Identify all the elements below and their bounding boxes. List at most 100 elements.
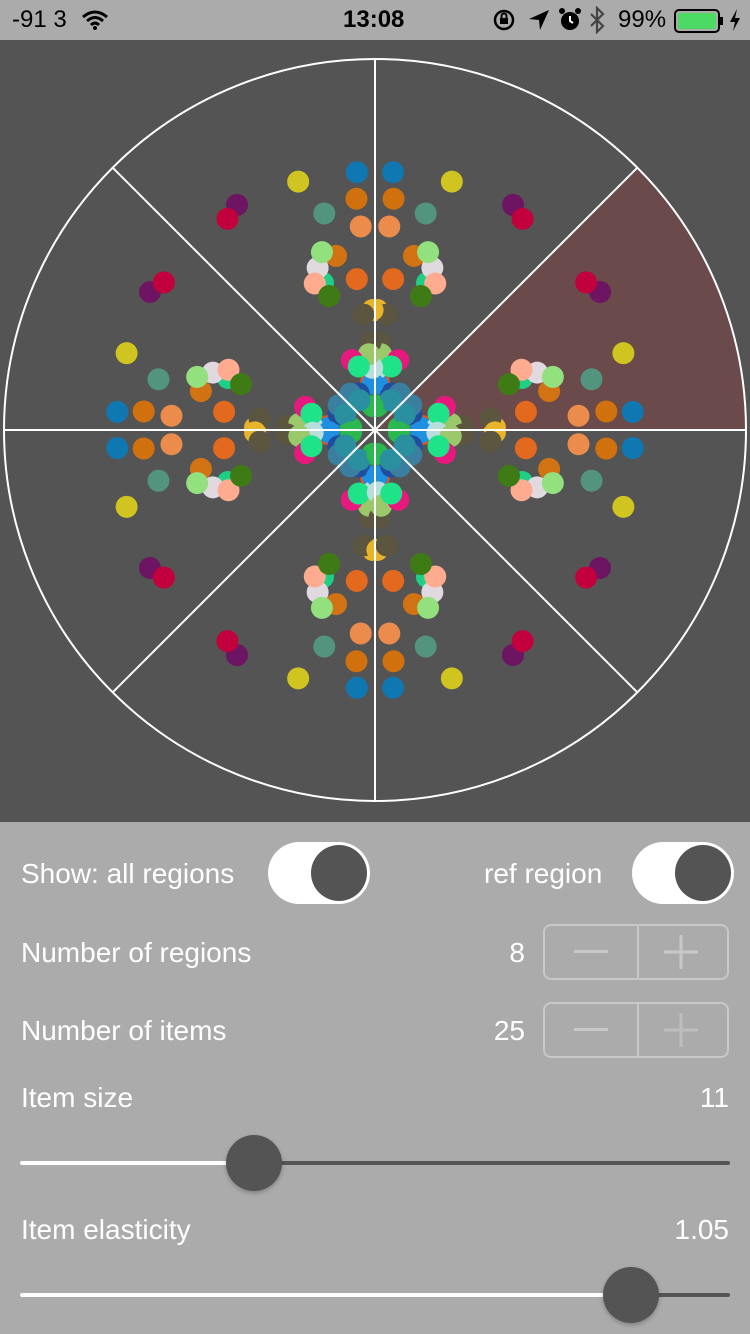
item-dot: [300, 402, 323, 425]
item-dot: [409, 285, 432, 308]
item-dot: [378, 622, 401, 645]
item-dot: [216, 207, 239, 230]
item-dot: [417, 241, 440, 264]
item-dot: [511, 207, 534, 230]
location-arrow-icon: [529, 10, 549, 30]
item-dot: [345, 161, 368, 184]
item-dot: [427, 435, 450, 458]
regions-decrement-button[interactable]: [545, 926, 639, 978]
rotation-lock-icon: [493, 9, 515, 31]
item-size-slider-fill: [20, 1161, 255, 1165]
item-dot: [287, 667, 310, 690]
item-dot: [375, 534, 398, 557]
item-dot: [514, 437, 537, 460]
item-dot: [345, 569, 368, 592]
elasticity-slider-fill: [20, 1293, 631, 1297]
plus-icon: [664, 1013, 698, 1047]
item-dot: [580, 469, 603, 492]
item-dot: [541, 472, 564, 495]
item-dot: [479, 430, 502, 453]
item-dot: [230, 373, 253, 396]
items-value: 25: [493, 1015, 525, 1046]
item-dot: [511, 630, 534, 653]
item-dot: [567, 433, 590, 456]
circle-canvas[interactable]: [0, 40, 750, 822]
item-size-label: Item size: [21, 1082, 134, 1113]
item-dot: [106, 400, 129, 423]
item-dot: [160, 404, 183, 427]
region-canvas[interactable]: [0, 40, 750, 822]
item-size-slider-thumb[interactable]: [226, 1135, 283, 1191]
charging-bolt-icon: [730, 9, 740, 31]
plus-icon: [664, 935, 698, 969]
item-dot: [147, 368, 170, 391]
item-dot: [378, 215, 401, 238]
alarm-icon: [559, 8, 581, 30]
item-dot: [382, 187, 405, 210]
item-dot: [115, 342, 138, 365]
item-dot: [612, 342, 635, 365]
regions-increment-button[interactable]: [635, 926, 727, 978]
item-dot: [186, 472, 209, 495]
item-dot: [115, 495, 138, 518]
show-all-regions-toggle[interactable]: [268, 842, 370, 904]
item-dot: [152, 271, 175, 294]
battery-icon: [674, 9, 723, 33]
item-dot: [186, 365, 209, 388]
item-dot: [147, 469, 170, 492]
minus-icon: [574, 950, 608, 953]
item-dot: [310, 596, 333, 619]
item-dot: [382, 676, 405, 699]
item-dot: [382, 161, 405, 184]
ref-region-toggle[interactable]: [632, 842, 734, 904]
item-dot: [514, 400, 537, 423]
item-dot: [621, 437, 644, 460]
regions-label: Number of regions: [21, 937, 252, 968]
items-increment-button[interactable]: [635, 1004, 727, 1056]
item-dot: [349, 622, 372, 645]
elasticity-slider-thumb[interactable]: [602, 1267, 659, 1323]
wifi-icon: [82, 10, 108, 30]
item-dot: [318, 552, 341, 575]
items-decrement-button[interactable]: [545, 1004, 639, 1056]
item-dot: [318, 285, 341, 308]
controls-panel: Show: all regions ref region Number of r…: [0, 822, 750, 1334]
item-dot: [621, 400, 644, 423]
item-dot: [580, 368, 603, 391]
item-dot: [595, 437, 618, 460]
item-dot: [106, 437, 129, 460]
status-bar: -91 3 13:08 99%: [0, 0, 750, 40]
item-dot: [417, 596, 440, 619]
clock: 13:08: [343, 6, 405, 33]
signal-strength: -91 3: [12, 6, 67, 33]
item-dot: [132, 437, 155, 460]
ref-region-label: ref region: [484, 858, 603, 889]
item-dot: [345, 187, 368, 210]
item-dot: [313, 635, 336, 658]
item-dot: [440, 667, 463, 690]
item-dot: [345, 676, 368, 699]
item-dot: [575, 271, 598, 294]
regions-stepper[interactable]: [543, 924, 729, 980]
item-dot: [349, 215, 372, 238]
regions-value: 8: [509, 937, 525, 968]
item-dot: [213, 400, 236, 423]
item-dot: [567, 404, 590, 427]
item-dot: [345, 650, 368, 673]
item-dot: [380, 355, 403, 378]
item-dot: [382, 650, 405, 673]
item-dot: [541, 365, 564, 388]
toggle-knob: [311, 845, 367, 901]
item-dot: [230, 464, 253, 487]
toggle-knob: [675, 845, 731, 901]
minus-icon: [574, 1028, 608, 1031]
items-label: Number of items: [21, 1015, 227, 1046]
item-dot: [440, 170, 463, 193]
item-dot: [248, 430, 271, 453]
battery-percent: 99%: [618, 6, 667, 33]
item-dot: [414, 635, 437, 658]
items-stepper[interactable]: [543, 1002, 729, 1058]
item-dot: [382, 268, 405, 291]
item-dot: [152, 566, 175, 589]
item-dot: [427, 402, 450, 425]
